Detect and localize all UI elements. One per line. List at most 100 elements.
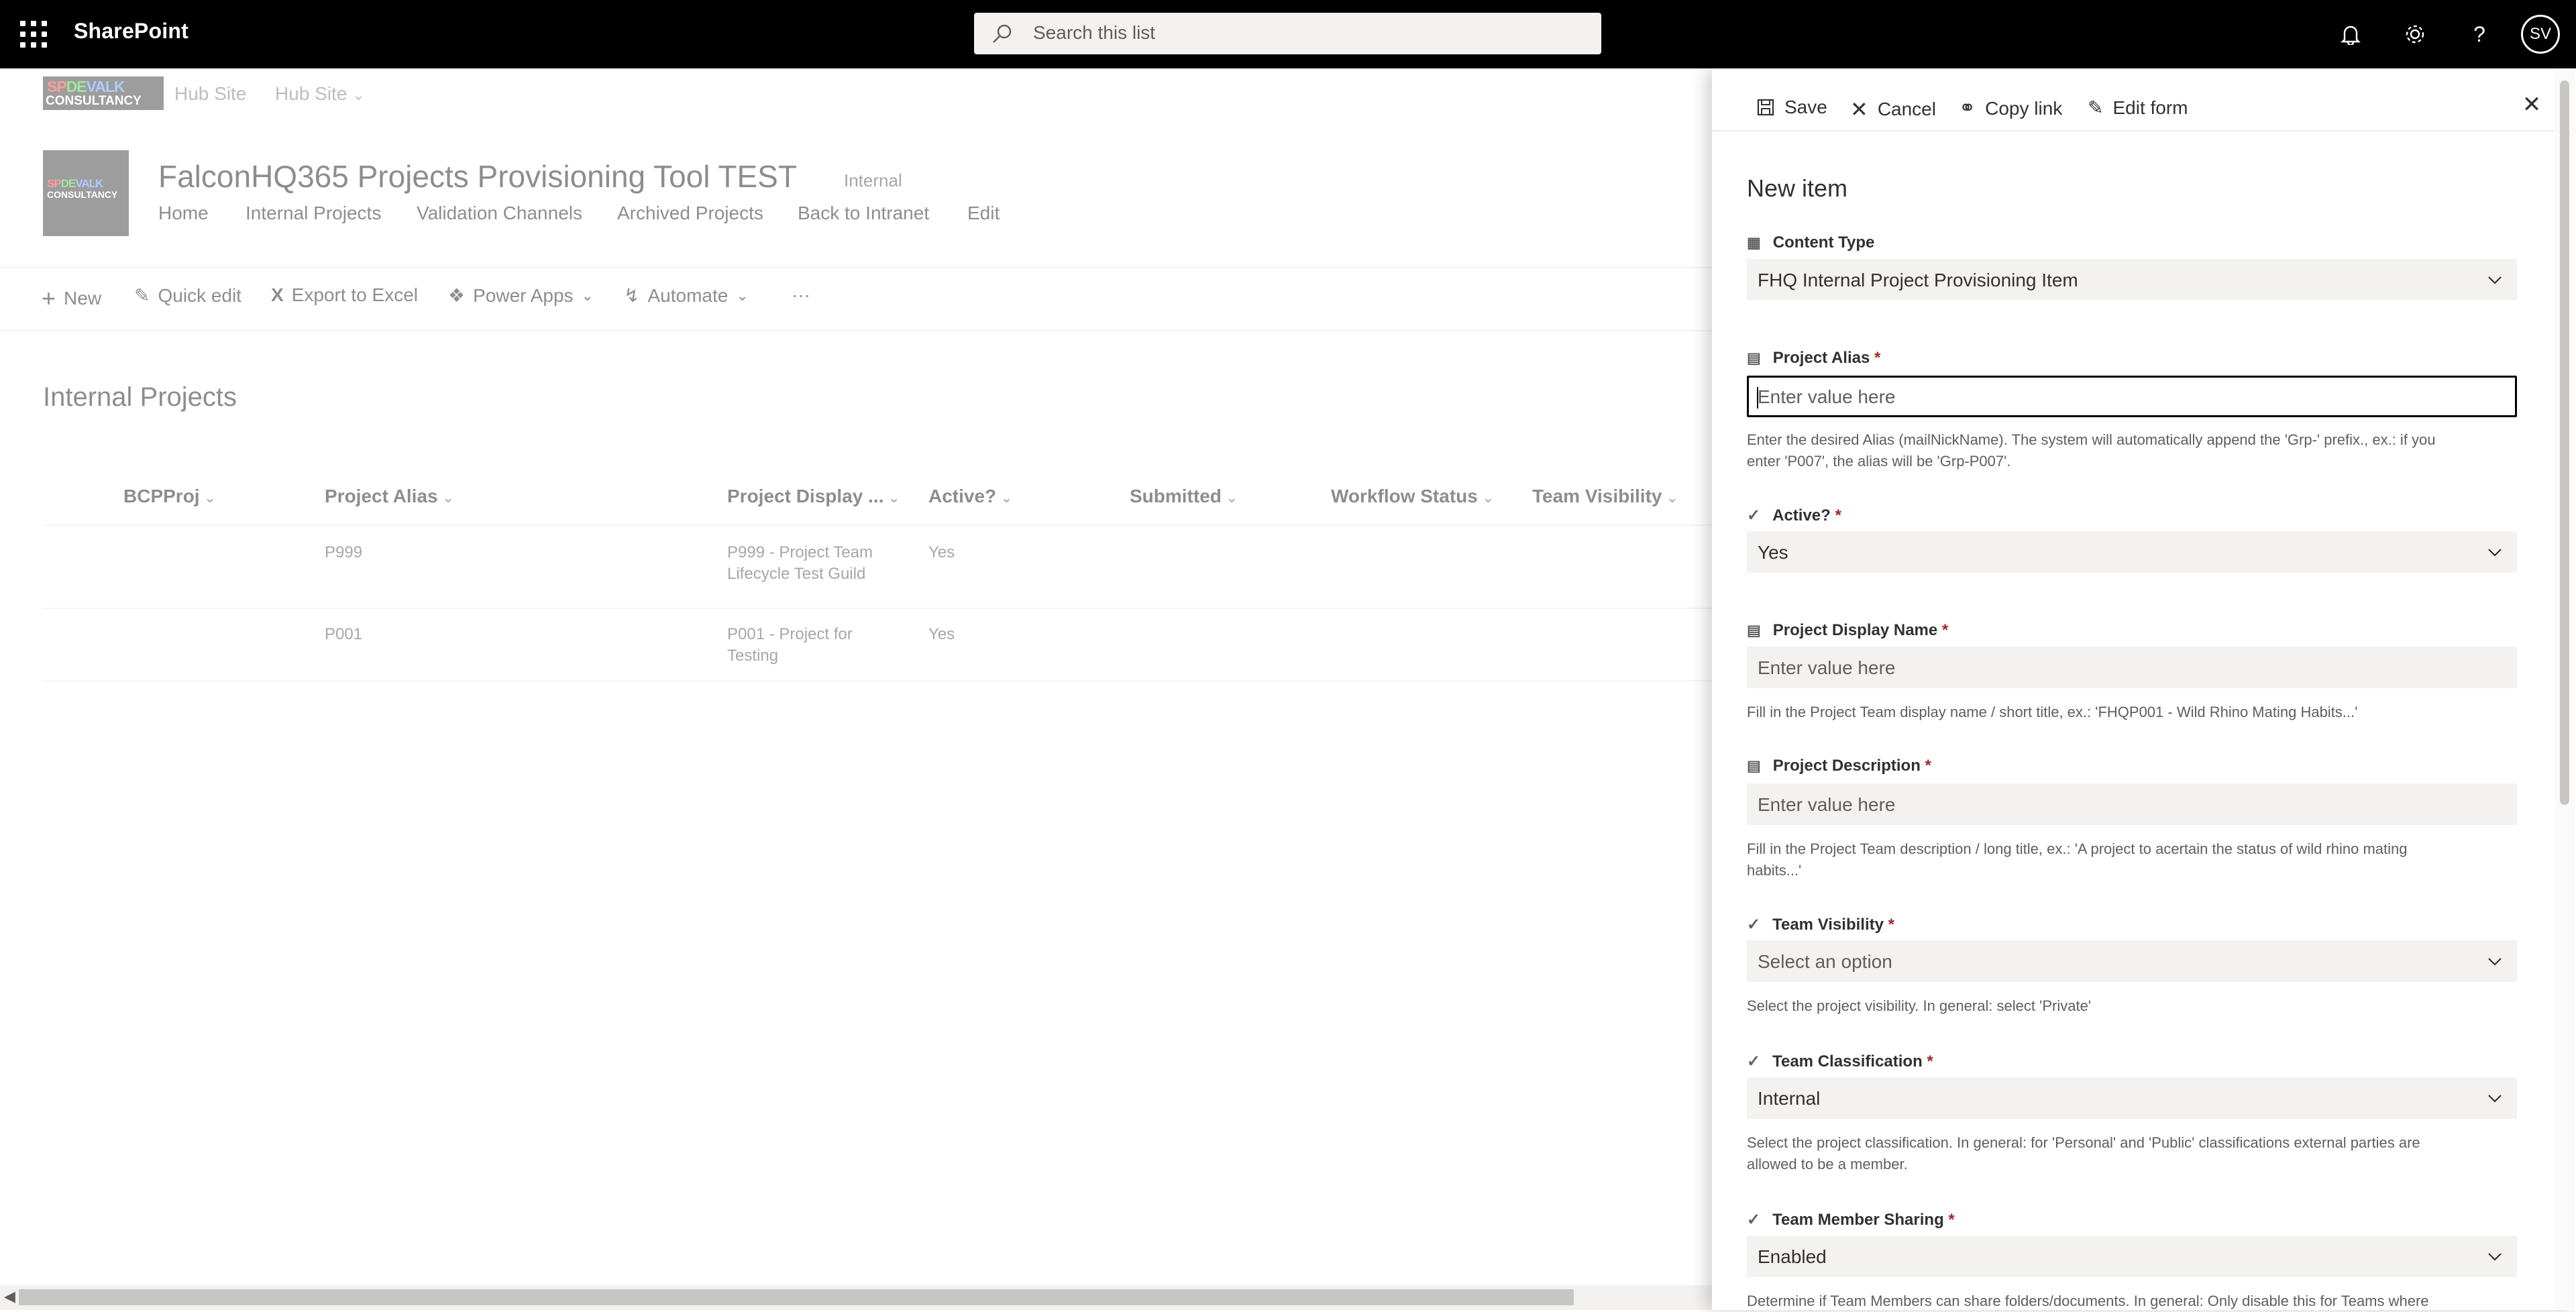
plus-icon: + — [42, 284, 56, 312]
edit-form-button[interactable]: ✎ Edit form — [2088, 97, 2188, 119]
nav-edit[interactable]: Edit — [967, 203, 1000, 224]
copy-link-button[interactable]: ⚭ Copy link — [1959, 97, 2062, 120]
bell-icon[interactable] — [2334, 18, 2367, 50]
chevron-down-icon — [2488, 1095, 2502, 1103]
team-classification-label-text: Team Classification — [1772, 1052, 1923, 1071]
panel-vertical-scrollbar[interactable] — [2555, 68, 2575, 1310]
active-label: ✓ Active? * — [1747, 506, 1841, 525]
project-alias-label-text: Project Alias — [1772, 349, 1870, 367]
content-type-label: ▦ Content Type — [1747, 233, 1874, 252]
column-header-workflow-status[interactable]: Workflow Status — [1331, 486, 1494, 507]
project-description-label: ▤ Project Description * — [1747, 757, 1931, 775]
column-header-project-alias[interactable]: Project Alias — [325, 486, 454, 507]
active-dropdown[interactable]: Yes — [1747, 531, 2517, 573]
quick-edit-button[interactable]: ✎ Quick edit — [134, 284, 241, 307]
project-description-input[interactable]: Enter value here — [1747, 783, 2517, 825]
pencil-icon: ✎ — [2088, 97, 2104, 118]
project-alias-placeholder: Enter value here — [1758, 386, 1896, 407]
horizontal-scrollbar[interactable]: ◀ — [0, 1285, 1712, 1310]
automate-button[interactable]: ↯ Automate ⌄ — [624, 284, 749, 307]
power-apps-button[interactable]: ❖ Power Apps ⌄ — [448, 284, 594, 307]
project-alias-hint: Enter the desired Alias (mailNickName). … — [1747, 429, 2517, 472]
row-divider — [43, 608, 1712, 609]
help-icon[interactable]: ? — [2463, 18, 2496, 50]
hub-site-link[interactable]: Hub Site — [174, 83, 246, 105]
nav-archived-projects[interactable]: Archived Projects — [617, 203, 763, 224]
row-divider — [43, 680, 1712, 681]
power-apps-icon: ❖ — [448, 285, 466, 306]
search-placeholder: Search this list — [1033, 22, 1156, 43]
search-input[interactable]: Search this list — [974, 13, 1601, 54]
column-header-submitted[interactable]: Submitted — [1130, 486, 1238, 507]
hint-line: habits...' — [1747, 862, 1802, 879]
save-button[interactable]: Save — [1756, 97, 1827, 118]
list-title: Internal Projects — [43, 382, 237, 412]
app-launcher-icon[interactable] — [20, 21, 47, 48]
team-classification-dropdown[interactable]: Internal — [1747, 1077, 2517, 1119]
column-header-bcpproj[interactable]: BCPProj — [123, 486, 216, 507]
save-icon — [1757, 99, 1774, 116]
cell-project-alias[interactable]: P001 — [325, 624, 362, 645]
scrollbar-thumb[interactable] — [2560, 80, 2569, 805]
column-header-active[interactable]: Active? — [928, 486, 1013, 507]
team-member-sharing-dropdown[interactable]: Enabled — [1747, 1236, 2517, 1277]
column-header-team-visibility[interactable]: Team Visibility — [1532, 486, 1678, 507]
gear-icon[interactable] — [2399, 18, 2431, 50]
project-display-name-input[interactable]: Enter value here — [1747, 647, 2517, 688]
cancel-button[interactable]: ✕ Cancel — [1850, 97, 1936, 122]
excel-icon: X — [271, 284, 284, 305]
content-type-dropdown[interactable]: FHQ Internal Project Provisioning Item — [1747, 259, 2517, 300]
save-label: Save — [1784, 97, 1827, 117]
team-visibility-label-text: Team Visibility — [1772, 915, 1884, 934]
chevron-down-icon — [2488, 1253, 2502, 1261]
nav-internal-projects[interactable]: Internal Projects — [246, 203, 381, 224]
project-alias-input[interactable]: Enter value here — [1747, 376, 2517, 417]
quick-edit-label: Quick edit — [158, 284, 241, 306]
check-icon: ✓ — [1747, 506, 1761, 525]
check-icon: ✓ — [1747, 1052, 1761, 1071]
hint-line: Select the project classification. In ge… — [1747, 1134, 2420, 1151]
chevron-down-icon: ⌄ — [736, 286, 749, 304]
power-apps-label: Power Apps — [473, 284, 574, 306]
avatar[interactable]: SV — [2521, 15, 2560, 54]
nav-home[interactable]: Home — [158, 203, 209, 224]
app-name[interactable]: SharePoint — [74, 19, 189, 44]
hub-site-menu[interactable]: Hub Site ⌄ — [275, 83, 365, 105]
export-to-excel-button[interactable]: X Export to Excel — [271, 284, 418, 306]
cell-project-alias[interactable]: P999 — [325, 542, 362, 563]
cell-display-line1: P001 - Project for — [727, 625, 853, 643]
project-description-label-text: Project Description — [1772, 757, 1921, 775]
cell-display-line1: P999 - Project Team — [727, 543, 873, 561]
site-logo[interactable]: SPDEVALK CONSULTANCY — [43, 150, 129, 236]
edit-form-label: Edit form — [2112, 97, 2188, 118]
close-panel-button[interactable]: ✕ — [2516, 89, 2548, 121]
scrollbar-thumb[interactable] — [19, 1289, 1574, 1305]
site-title[interactable]: FalconHQ365 Projects Provisioning Tool T… — [158, 158, 797, 195]
site-logo-line1: SPDEVALK — [47, 177, 103, 190]
column-header-project-display[interactable]: Project Display ... — [727, 486, 900, 507]
text-field-icon: ▤ — [1747, 349, 1761, 366]
close-icon: ✕ — [2522, 92, 2542, 117]
team-classification-value: Internal — [1758, 1088, 1821, 1109]
required-marker: * — [1888, 915, 1894, 934]
team-visibility-label: ✓ Team Visibility * — [1747, 915, 1894, 934]
chevron-down-icon — [2488, 958, 2502, 966]
more-button[interactable]: ··· — [792, 284, 810, 306]
cell-display-line2: Testing — [727, 647, 779, 665]
nav-validation-channels[interactable]: Validation Channels — [417, 203, 582, 224]
nav-back-to-intranet[interactable]: Back to Intranet — [798, 203, 929, 224]
hint-line: Enter the desired Alias (mailNickName). … — [1747, 431, 2436, 448]
new-button[interactable]: + New — [42, 284, 101, 313]
header-divider — [43, 525, 1712, 526]
automate-icon: ↯ — [624, 285, 640, 306]
required-marker: * — [1948, 1210, 1955, 1229]
pencil-icon: ✎ — [134, 285, 150, 306]
team-visibility-hint: Select the project visibility. In genera… — [1747, 997, 2092, 1014]
chevron-down-icon: ⌄ — [581, 286, 594, 304]
hub-logo[interactable]: SPDEVALK CONSULTANCY — [43, 76, 164, 110]
scroll-left-icon[interactable]: ◀ — [4, 1288, 15, 1305]
team-classification-hint: Select the project classification. In ge… — [1747, 1132, 2517, 1175]
new-label: New — [64, 288, 102, 309]
team-visibility-dropdown[interactable]: Select an option — [1747, 940, 2517, 982]
cell-active: Yes — [928, 543, 955, 561]
